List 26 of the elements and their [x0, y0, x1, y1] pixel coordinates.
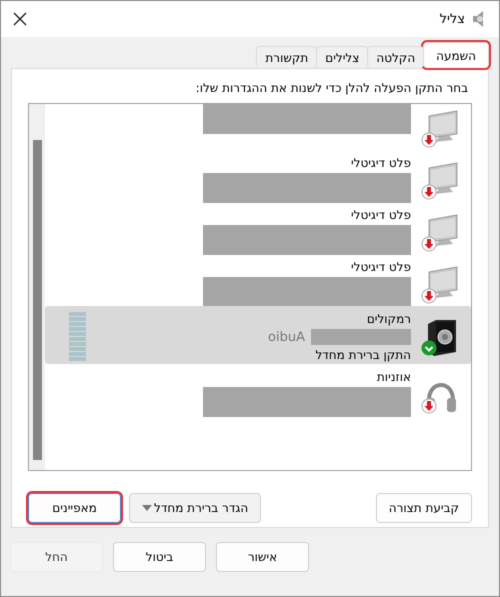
- level-meter: [69, 312, 86, 361]
- configure-button[interactable]: קביעת תצורה: [376, 493, 472, 523]
- device-name: פלט דיגיטלי: [350, 208, 411, 222]
- device-row[interactable]: פלט דיגיטלי: [45, 150, 471, 202]
- properties-button[interactable]: מאפיינים: [28, 493, 121, 523]
- window-title: צליל: [440, 12, 465, 26]
- device-row[interactable]: פלט דיגיטלי: [45, 254, 471, 306]
- split-button[interactable]: הגדר ברירת מחדל: [129, 493, 262, 523]
- close-icon[interactable]: [13, 12, 27, 26]
- instruction-text: בחר התקן הפעלה להלן כדי לשנות את ההגדרות שלו:: [194, 81, 468, 95]
- device-name: רמקולים: [366, 312, 411, 326]
- caret-icon[interactable]: [142, 505, 152, 511]
- dialog-button[interactable]: אישור: [216, 542, 309, 572]
- device-status: התקן ברירת מחדל: [315, 348, 411, 362]
- tab[interactable]: השמעה: [423, 42, 489, 68]
- device-name: פלט דיגיטלי: [350, 156, 411, 170]
- device-row[interactable]: פלט דיגיטלי: [45, 202, 471, 254]
- device-row[interactable]: אוזניות: [45, 364, 471, 416]
- scrollbar[interactable]: [29, 104, 45, 470]
- device-detail: oibuA: [268, 330, 305, 344]
- device-name: אוזניות: [376, 370, 411, 384]
- tab[interactable]: תקשורת: [256, 46, 318, 68]
- tab[interactable]: צלילים: [316, 46, 368, 68]
- device-name: פלט דיגיטלי: [350, 260, 411, 274]
- dialog-button[interactable]: ביטול: [113, 542, 206, 572]
- tab[interactable]: הקלטה: [367, 46, 424, 68]
